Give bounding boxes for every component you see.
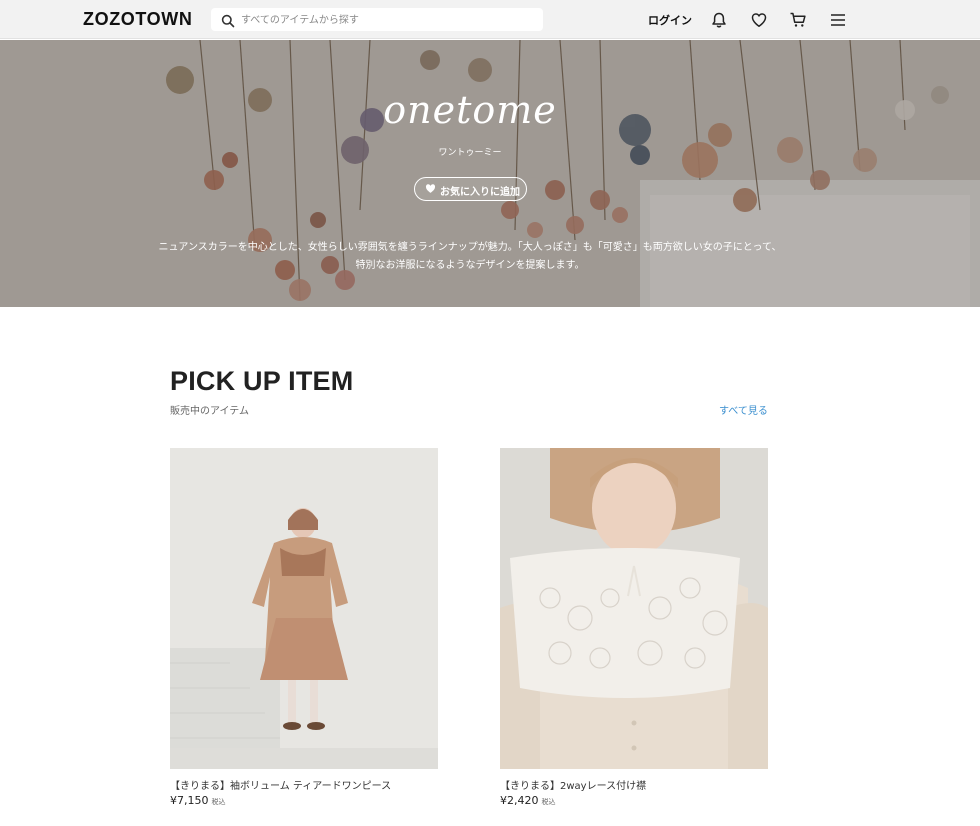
brand-hero-banner: onetome ワントゥーミー お気に入りに追加 ニュアンスカラーを中心とした、… bbox=[0, 40, 980, 307]
brand-logo: onetome bbox=[383, 88, 557, 132]
pickup-section-title: PICK UP ITEM bbox=[170, 366, 354, 396]
tax-included-label: 税込 bbox=[541, 798, 556, 806]
add-to-favorites-button[interactable]: お気に入りに追加 bbox=[414, 177, 527, 201]
product-card[interactable]: 【きりまる】袖ボリューム ティアードワンピース ¥7,150 税込 bbox=[170, 448, 438, 807]
add-to-favorites-label: お気に入りに追加 bbox=[440, 187, 520, 198]
search-input[interactable] bbox=[241, 11, 531, 29]
menu-icon[interactable] bbox=[829, 11, 847, 29]
price-value: ¥2,420 bbox=[500, 794, 539, 807]
brand-kana-name: ワントゥーミー bbox=[438, 148, 502, 158]
brand-description-line-2: 特別なお洋服になるようなデザインを提案します。 bbox=[355, 260, 585, 271]
product-image[interactable] bbox=[170, 448, 438, 769]
heart-icon[interactable] bbox=[750, 11, 768, 29]
product-price: ¥2,420 税込 bbox=[500, 794, 556, 807]
product-price: ¥7,150 税込 bbox=[170, 794, 226, 807]
see-all-link[interactable]: すべて見る bbox=[719, 402, 768, 417]
brand-description-line-1: ニュアンスカラーを中心とした、女性らしい雰囲気を纏うラインナップが魅力。「大人っ… bbox=[158, 242, 782, 253]
zozotown-logo[interactable]: ZOZOTOWN bbox=[83, 9, 192, 30]
product-name[interactable]: 【きりまる】袖ボリューム ティアードワンピース bbox=[170, 777, 391, 792]
heart-icon bbox=[425, 183, 436, 194]
search-bar[interactable] bbox=[211, 8, 543, 31]
pickup-section-subtitle: 販売中のアイテム bbox=[170, 406, 249, 417]
cart-icon[interactable] bbox=[789, 11, 807, 29]
bell-icon[interactable] bbox=[710, 11, 728, 29]
tax-included-label: 税込 bbox=[211, 798, 226, 806]
search-icon bbox=[221, 13, 235, 28]
site-header: ZOZOTOWN ログイン bbox=[0, 0, 980, 39]
product-image[interactable] bbox=[500, 448, 768, 769]
product-card[interactable]: 【きりまる】2wayレース付け襟 ¥2,420 税込 bbox=[500, 448, 768, 807]
price-value: ¥7,150 bbox=[170, 794, 209, 807]
product-name[interactable]: 【きりまる】2wayレース付け襟 bbox=[500, 777, 646, 792]
login-link[interactable]: ログイン bbox=[648, 12, 692, 28]
